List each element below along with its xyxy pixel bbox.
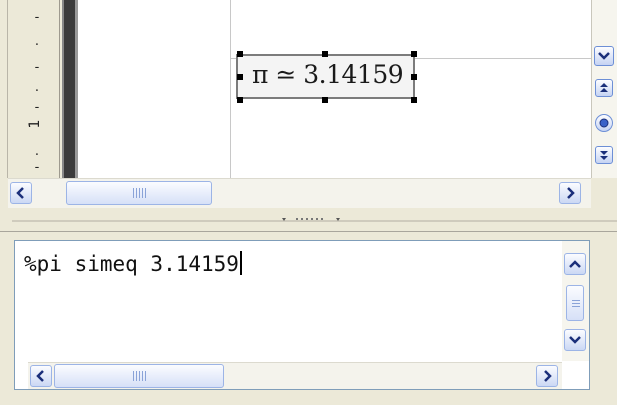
- selection-handle-top-right[interactable]: [411, 51, 417, 57]
- formula-rendered-text: π ≃ 3.14159: [252, 60, 404, 89]
- ruler-mark: .: [34, 34, 40, 49]
- scroll-left-icon[interactable]: [30, 365, 52, 387]
- selection-handle-top-left[interactable]: [237, 51, 243, 57]
- ruler-mark: .: [34, 144, 40, 159]
- document-vertical-scrollbar[interactable]: [591, 0, 617, 178]
- scroll-down-icon[interactable]: [564, 329, 586, 351]
- commands-vertical-scrollbar[interactable]: [562, 241, 589, 361]
- page-shadow-border: [62, 0, 78, 178]
- document-horizontal-scrollbar[interactable]: [8, 178, 591, 208]
- selection-handle-right[interactable]: [411, 74, 417, 80]
- grip-icon: [133, 188, 146, 198]
- scroll-right-icon[interactable]: [536, 365, 558, 387]
- window-edge: [0, 0, 8, 178]
- command-text: %pi simeq 3.14159: [24, 252, 239, 276]
- scroll-left-icon[interactable]: [10, 182, 32, 204]
- scroll-right-icon[interactable]: [559, 182, 581, 204]
- ruler-number: 1: [27, 119, 43, 129]
- selection-handle-bottom[interactable]: [322, 97, 328, 103]
- scrollbar-thumb[interactable]: [54, 364, 224, 388]
- document-view-pane: - . - . - . 1 - π ≃ 3.14159: [0, 0, 617, 210]
- grip-icon: [133, 371, 146, 381]
- scroll-up-icon[interactable]: [564, 253, 586, 275]
- formula-object[interactable]: π ≃ 3.14159: [236, 54, 415, 99]
- text-cursor: [239, 251, 242, 275]
- vertical-ruler: - . - . - . 1 -: [8, 0, 60, 178]
- next-page-icon[interactable]: [595, 146, 613, 164]
- selection-handle-bottom-left[interactable]: [237, 97, 243, 103]
- selection-handle-left[interactable]: [237, 74, 243, 80]
- pane-splitter[interactable]: [0, 210, 617, 232]
- ruler-mark: -: [34, 60, 40, 75]
- selection-handle-bottom-right[interactable]: [411, 97, 417, 103]
- scroll-down-arrow-icon[interactable]: [594, 46, 614, 66]
- page-margin-line: [230, 0, 231, 178]
- ruler-mark: -: [34, 160, 40, 175]
- previous-page-icon[interactable]: [595, 79, 613, 97]
- scrollbar-thumb[interactable]: [566, 285, 584, 321]
- ruler-mark: .: [34, 80, 40, 95]
- splitter-grip-icon[interactable]: [278, 215, 358, 227]
- navigation-icon[interactable]: [595, 114, 613, 132]
- command-text-line[interactable]: %pi simeq 3.14159: [24, 251, 242, 276]
- selection-handle-top[interactable]: [322, 51, 328, 57]
- ruler-mark: -: [34, 10, 40, 25]
- commands-horizontal-scrollbar[interactable]: [28, 362, 562, 389]
- scrollbar-thumb[interactable]: [66, 181, 212, 205]
